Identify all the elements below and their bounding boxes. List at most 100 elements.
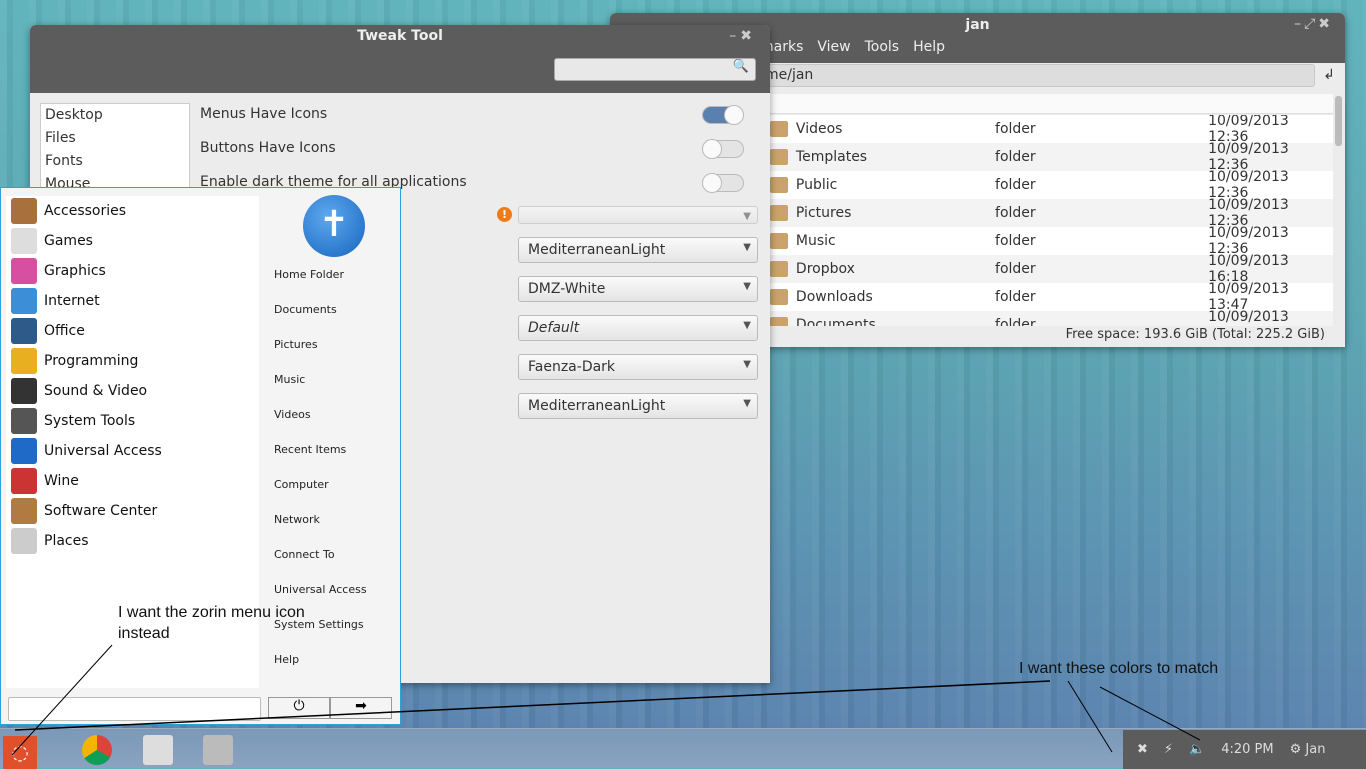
file-name: Downloads: [795, 289, 873, 305]
place-item[interactable]: Network: [274, 513, 367, 548]
category-label: Games: [44, 233, 93, 249]
sidebar-item-fonts[interactable]: Fonts: [45, 153, 185, 176]
menu-category[interactable]: Software Center: [6, 496, 259, 526]
menu-category[interactable]: Wine: [6, 466, 259, 496]
toggle-dark-theme[interactable]: [702, 173, 744, 193]
file-type: folder: [995, 317, 1036, 326]
place-item[interactable]: Computer: [274, 478, 367, 513]
file-row[interactable]: Music folder 10/09/2013 12:36: [760, 225, 1333, 257]
file-row[interactable]: Pictures folder 10/09/2013 12:36: [760, 197, 1333, 229]
system-tray: ✖ ⚡ 🔈 4:20 PM ⚙ Jan: [1123, 730, 1366, 769]
category-label: Graphics: [44, 263, 106, 279]
folder-icon: [770, 121, 788, 137]
file-type: folder: [995, 261, 1036, 277]
file-date: 10/09/2013 12:36: [1208, 309, 1289, 326]
category-icon: [11, 498, 37, 524]
file-type: folder: [995, 121, 1036, 137]
files-launcher[interactable]: [143, 735, 173, 765]
category-icon: [11, 318, 37, 344]
place-item[interactable]: Documents: [274, 303, 367, 338]
menu-category[interactable]: Sound & Video: [6, 376, 259, 406]
menu-category[interactable]: Accessories: [6, 196, 259, 226]
file-row[interactable]: Public folder 10/09/2013 12:36: [760, 169, 1333, 201]
column-header[interactable]: [760, 94, 1333, 114]
network-icon[interactable]: ⚡: [1164, 742, 1173, 757]
file-row[interactable]: Documents folder 10/09/2013 12:36: [760, 309, 1333, 326]
sidebar-item-files[interactable]: Files: [45, 130, 185, 153]
clock[interactable]: 4:20 PM: [1221, 742, 1273, 757]
enter-icon[interactable]: ↲: [1323, 67, 1335, 83]
folder-icon: [770, 261, 788, 277]
warning-icon: !: [497, 207, 512, 222]
file-row[interactable]: Dropbox folder 10/09/2013 16:18: [760, 253, 1333, 285]
menu-search-input[interactable]: [8, 697, 261, 721]
settings-launcher[interactable]: [203, 735, 233, 765]
combo-value: DMZ-White: [528, 281, 606, 297]
folder-icon: [770, 289, 788, 305]
annotation-menu-icon: I want the zorin menu icon instead: [118, 604, 305, 642]
category-icon: [11, 288, 37, 314]
combo-value: Default: [528, 320, 580, 336]
window-controls[interactable]: –⤢✖: [1294, 16, 1333, 32]
file-row[interactable]: Downloads folder 10/09/2013 13:47: [760, 281, 1333, 313]
menu-help[interactable]: Help: [913, 39, 945, 55]
menu-category[interactable]: Graphics: [6, 256, 259, 286]
file-name: Public: [795, 177, 838, 193]
combo-shell-theme[interactable]: ▼: [518, 206, 758, 224]
power-icon: ⏻: [293, 698, 305, 714]
place-item[interactable]: Videos: [274, 408, 367, 443]
file-name: Music: [795, 233, 836, 249]
chrome-launcher[interactable]: [82, 735, 112, 765]
start-menu-button[interactable]: ◌: [3, 736, 37, 769]
taskbar: ◌ ✖ ⚡ 🔈 4:20 PM ⚙ Jan: [0, 728, 1366, 769]
menu-category[interactable]: Universal Access: [6, 436, 259, 466]
combo-theme[interactable]: MediterraneanLight ▼: [518, 237, 758, 263]
search-input[interactable]: 🔍: [554, 58, 756, 81]
combo-value: Faenza-Dark: [528, 359, 616, 375]
file-type: folder: [995, 177, 1036, 193]
category-icon: [11, 348, 37, 374]
category-icon: [11, 258, 37, 284]
category-icon: [11, 528, 37, 554]
file-name: Dropbox: [795, 261, 855, 277]
folder-icon: [770, 177, 788, 193]
menu-category[interactable]: Games: [6, 226, 259, 256]
power-button[interactable]: ⏻: [268, 697, 330, 719]
location-bar[interactable]: me/jan: [760, 64, 1315, 87]
file-name: Templates: [795, 149, 868, 165]
combo-icon-theme[interactable]: Faenza-Dark ▼: [518, 354, 758, 380]
menu-category[interactable]: Places: [6, 526, 259, 556]
window-controls[interactable]: –✖: [729, 28, 756, 44]
user-menu[interactable]: ⚙ Jan: [1290, 742, 1326, 757]
scrollbar[interactable]: [1335, 96, 1342, 146]
combo-keybinding-theme[interactable]: Default ▼: [518, 315, 758, 341]
menu-category[interactable]: System Tools: [6, 406, 259, 436]
dropbox-icon[interactable]: ✖: [1137, 742, 1148, 757]
menu-view[interactable]: View: [817, 39, 850, 55]
menu-category[interactable]: Programming: [6, 346, 259, 376]
volume-icon[interactable]: 🔈: [1189, 742, 1205, 757]
place-item[interactable]: Pictures: [274, 338, 367, 373]
place-item[interactable]: Home Folder: [274, 268, 367, 303]
category-label: Office: [44, 323, 85, 339]
sidebar-item-desktop[interactable]: Desktop: [45, 107, 185, 130]
file-row[interactable]: Videos folder 10/09/2013 12:36: [760, 115, 1333, 145]
file-row[interactable]: Templates folder 10/09/2013 12:36: [760, 141, 1333, 173]
place-item[interactable]: Music: [274, 373, 367, 408]
place-item[interactable]: Connect To: [274, 548, 367, 583]
menu-category[interactable]: Office: [6, 316, 259, 346]
place-item[interactable]: Help: [274, 653, 367, 688]
toggle-buttons-have-icons[interactable]: [702, 139, 744, 159]
combo-value: MediterraneanLight: [528, 242, 666, 258]
place-item[interactable]: Recent Items: [274, 443, 367, 478]
logout-button[interactable]: ➡: [330, 697, 392, 719]
category-label: Internet: [44, 293, 100, 309]
combo-cursor-theme[interactable]: DMZ-White ▼: [518, 276, 758, 302]
user-name: Jan: [1305, 742, 1326, 757]
toggle-menus-have-icons[interactable]: [702, 105, 744, 125]
combo-gtk-theme[interactable]: MediterraneanLight ▼: [518, 393, 758, 419]
category-label: Programming: [44, 353, 139, 369]
menu-tools[interactable]: Tools: [865, 39, 900, 55]
menu-category[interactable]: Internet: [6, 286, 259, 316]
category-label: Accessories: [44, 203, 127, 219]
